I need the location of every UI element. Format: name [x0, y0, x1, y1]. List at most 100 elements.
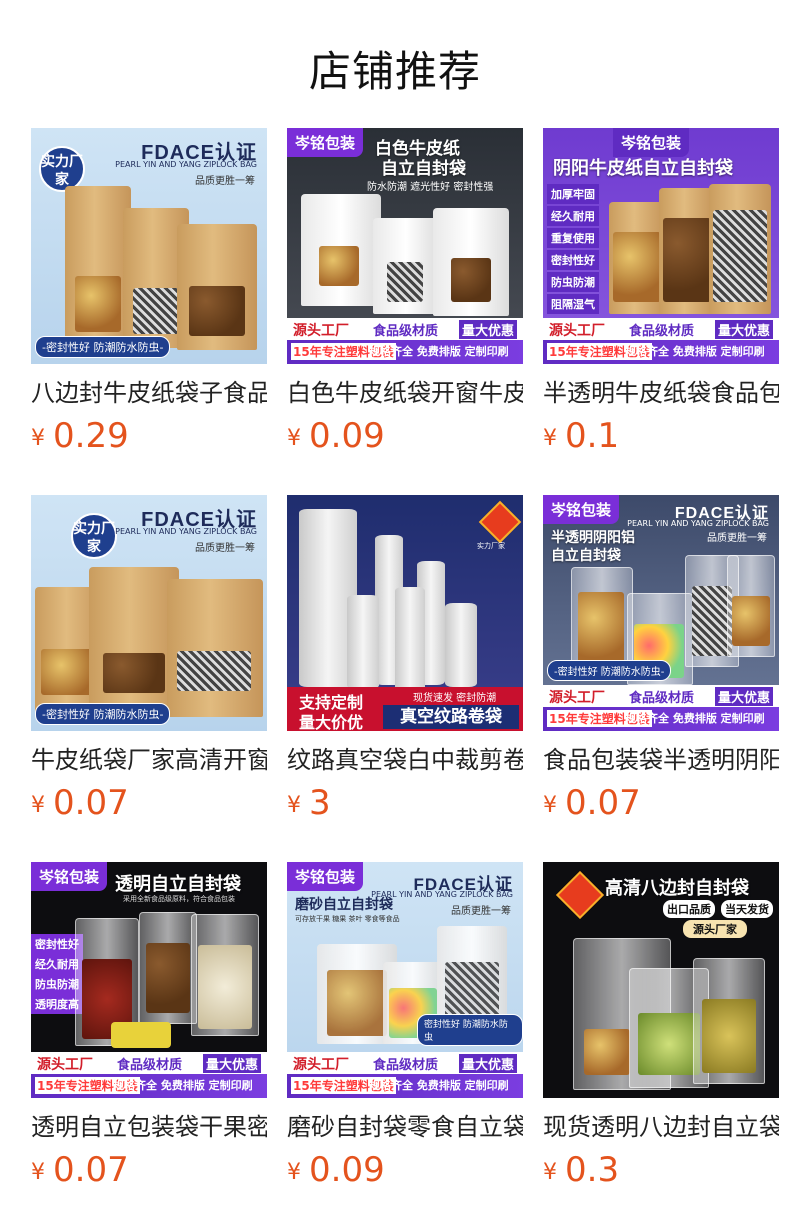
brand-subtitle: PEARL YIN AND YANG ZIPLOCK BAG	[627, 519, 769, 528]
bag-window	[702, 999, 756, 1073]
product-name[interactable]: 现货透明八边封自立袋	[543, 1110, 779, 1144]
product-card[interactable]: 实力厂家 FDACE认证 PEARL YIN AND YANG ZIPLOCK …	[31, 128, 267, 458]
product-image[interactable]: 高清八边封自封袋 出口品质 当天发货 源头厂家	[543, 862, 779, 1098]
vacuum-roll	[347, 595, 379, 689]
kraft-bag	[659, 188, 715, 314]
product-grid: 实力厂家 FDACE认证 PEARL YIN AND YANG ZIPLOCK …	[0, 0, 790, 1230]
headline: 阴阳牛皮纸自立自封袋	[553, 158, 733, 179]
currency-symbol: ¥	[287, 426, 301, 451]
bag-window	[613, 232, 661, 302]
product-price: ¥0.09	[287, 414, 385, 458]
product-card[interactable]: 高清八边封自封袋 出口品质 当天发货 源头厂家 现货透明八边封自立袋 ¥0.3	[543, 862, 779, 1192]
bag-window	[103, 653, 165, 693]
promo-text: 食品级材质	[373, 1058, 439, 1073]
bag-window	[133, 288, 179, 334]
product-name[interactable]: 食品包装袋半透明阴阳铝	[543, 743, 779, 777]
product-filling	[111, 1022, 171, 1048]
price-value: 0.09	[309, 416, 385, 456]
currency-symbol: ¥	[287, 1160, 301, 1185]
product-image[interactable]: 实力厂家 支持定制 量大价优 现货速发 密封防潮 真空纹路卷袋	[287, 495, 523, 731]
factory-badge: 实力厂家	[71, 513, 117, 559]
product-name[interactable]: 白色牛皮纸袋开窗牛皮纸	[287, 376, 523, 410]
brand-tagline: 品质更胜一筹	[707, 533, 767, 544]
product-image[interactable]: 岑铭包装 FDACE认证 PEARL YIN AND YANG ZIPLOCK …	[287, 862, 523, 1098]
product-price: ¥0.09	[287, 1148, 385, 1192]
product-image[interactable]: 岑铭包装 白色牛皮纸 自立自封袋 防水防潮 遮光性好 密封性强 源头工厂 食品级…	[287, 128, 523, 364]
brand-tag: 岑铭包装	[287, 128, 364, 157]
currency-symbol: ¥	[543, 793, 557, 818]
bag-window	[189, 286, 245, 336]
product-card[interactable]: 岑铭包装 FDACE认证 PEARL YIN AND YANG ZIPLOCK …	[543, 495, 779, 825]
bag-window	[198, 945, 252, 1029]
product-card[interactable]: 实力厂家 支持定制 量大价优 现货速发 密封防潮 真空纹路卷袋 纹路真空袋白中裁…	[287, 495, 523, 825]
brand-subtitle: PEARL YIN AND YANG ZIPLOCK BAG	[115, 527, 257, 536]
promo-text: 源头工厂	[549, 690, 605, 706]
headline: 磨砂自立自封袋	[295, 897, 393, 913]
product-name[interactable]: 透明自立包装袋干果密封	[31, 1110, 267, 1144]
headline: 高清八边封自封袋	[605, 878, 749, 899]
pill-badge: 当天发货	[721, 900, 773, 918]
product-name[interactable]: 八边封牛皮纸袋子食品包装	[31, 376, 267, 410]
feature-tag: 加厚牢固	[547, 184, 599, 204]
feature-tag: 密封性好	[547, 250, 599, 270]
brand-subtitle: PEARL YIN AND YANG ZIPLOCK BAG	[115, 160, 257, 169]
product-price: ¥0.07	[31, 781, 129, 825]
product-image[interactable]: 实力厂家 FDACE认证 PEARL YIN AND YANG ZIPLOCK …	[31, 128, 267, 364]
product-image[interactable]: 岑铭包装 透明自立自封袋 采用全新食品级原料，符合食品包装 密封性好 经久耐用 …	[31, 862, 267, 1098]
promo-strip: 源头工厂 食品级材质 量大优惠 15年专注塑料包装 规格齐全 免费排版 定制印刷	[287, 318, 523, 364]
promo-text: 规格齐全 免费排版 定制印刷	[369, 1079, 509, 1092]
bag-window	[177, 651, 251, 691]
product-price: ¥0.29	[31, 414, 129, 458]
promo-text: 规格齐全 免费排版 定制印刷	[625, 345, 765, 358]
feature-tag: 经久耐用	[547, 206, 599, 226]
product-card[interactable]: 岑铭包装 阴阳牛皮纸自立自封袋 加厚牢固 经久耐用 重复使用 密封性好 防虫防潮…	[543, 128, 779, 458]
product-name[interactable]: 磨砂自封袋零食自立袋	[287, 1110, 523, 1144]
clear-bag	[191, 914, 259, 1036]
product-card[interactable]: 实力厂家 FDACE认证 PEARL YIN AND YANG ZIPLOCK …	[31, 495, 267, 825]
currency-symbol: ¥	[287, 793, 301, 818]
bag-window	[451, 258, 491, 302]
product-card[interactable]: 岑铭包装 透明自立自封袋 采用全新食品级原料，符合食品包装 密封性好 经久耐用 …	[31, 862, 267, 1192]
bag-window	[75, 276, 121, 332]
promo-text: 源头工厂	[549, 323, 605, 339]
white-bag	[373, 218, 439, 314]
brand-logo-icon	[478, 500, 522, 544]
feature-tag: 阻隔湿气	[547, 294, 599, 314]
product-card[interactable]: 岑铭包装 FDACE认证 PEARL YIN AND YANG ZIPLOCK …	[287, 862, 523, 1192]
brand-tag: 岑铭包装	[31, 862, 108, 891]
headline: 自立自封袋	[551, 548, 621, 564]
bag-window	[584, 1029, 630, 1075]
price-value: 0.1	[565, 416, 620, 456]
brand-tag: 岑铭包装	[287, 862, 364, 891]
bag-window	[732, 596, 770, 646]
product-image[interactable]: 实力厂家 FDACE认证 PEARL YIN AND YANG ZIPLOCK …	[31, 495, 267, 731]
bag-window	[319, 246, 359, 286]
price-value: 0.07	[53, 783, 129, 823]
white-bag	[301, 194, 381, 306]
promo-text: 量大优惠	[202, 1054, 261, 1073]
product-name[interactable]: 半透明牛皮纸袋食品包装	[543, 376, 779, 410]
clear-bag	[693, 958, 765, 1084]
promo-text: 规格齐全 免费排版 定制印刷	[369, 345, 509, 358]
clear-bag	[727, 555, 775, 657]
product-image[interactable]: 岑铭包装 阴阳牛皮纸自立自封袋 加厚牢固 经久耐用 重复使用 密封性好 防虫防潮…	[543, 128, 779, 364]
promo-text: 真空纹路卷袋	[383, 705, 519, 729]
product-image[interactable]: 岑铭包装 FDACE认证 PEARL YIN AND YANG ZIPLOCK …	[543, 495, 779, 731]
feature-label: -密封性好 防潮防水防虫-	[35, 703, 171, 725]
bag-window	[146, 943, 190, 1013]
brand-logo-icon	[555, 870, 605, 920]
currency-symbol: ¥	[543, 1160, 557, 1185]
price-value: 3	[309, 783, 331, 823]
feature-label: -密封性好 防潮防水防虫-	[35, 336, 171, 358]
price-value: 0.09	[309, 1150, 385, 1190]
promo-text: 量大优惠	[458, 320, 517, 339]
product-price: ¥0.07	[31, 1148, 129, 1192]
bag-window	[578, 592, 624, 666]
product-name[interactable]: 牛皮纸袋厂家高清开窗	[31, 743, 267, 777]
currency-symbol: ¥	[31, 793, 45, 818]
bag-window	[387, 262, 423, 302]
promo-text: 现货速发 密封防潮	[413, 693, 497, 704]
product-card[interactable]: 岑铭包装 白色牛皮纸 自立自封袋 防水防潮 遮光性好 密封性强 源头工厂 食品级…	[287, 128, 523, 458]
headline: 半透明阴阳铝	[551, 530, 635, 546]
product-name[interactable]: 纹路真空袋白中裁剪卷袋	[287, 743, 523, 777]
